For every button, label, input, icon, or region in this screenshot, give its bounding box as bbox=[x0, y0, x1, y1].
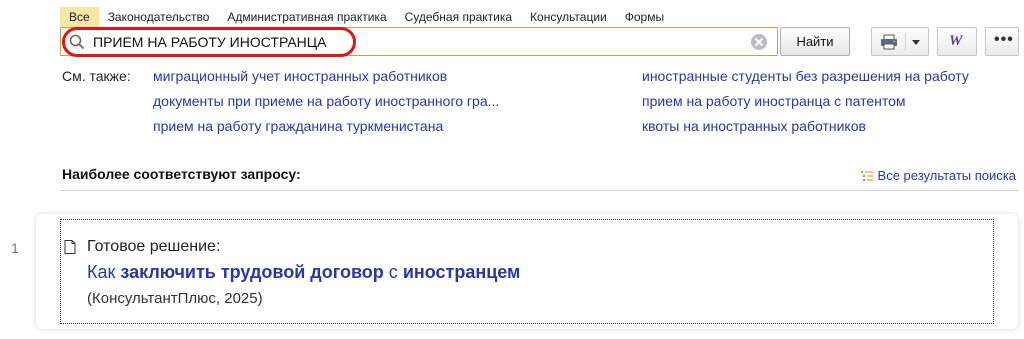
result-title-keyword[interactable]: заключить трудовой договор bbox=[120, 262, 383, 282]
search-scope-tabs: Все Законодательство Административная пр… bbox=[60, 7, 673, 27]
word-icon: W bbox=[949, 33, 963, 49]
tab-legislation[interactable]: Законодательство bbox=[99, 7, 219, 27]
tab-consultations[interactable]: Консультации bbox=[521, 7, 616, 27]
more-button[interactable]: ••• bbox=[985, 27, 1019, 56]
chevron-down-icon[interactable] bbox=[912, 40, 920, 45]
tab-all[interactable]: Все bbox=[60, 7, 99, 27]
print-icon bbox=[881, 34, 897, 50]
result-source: (КонсультантПлюс, 2025) bbox=[87, 290, 263, 307]
export-word-button[interactable]: W bbox=[937, 27, 977, 56]
clear-icon[interactable] bbox=[751, 34, 767, 50]
see-also-link[interactable]: прием на работу гражданина туркменистана bbox=[153, 118, 443, 134]
see-also-link[interactable]: иностранные студенты без разрешения на р… bbox=[642, 68, 969, 84]
see-also-link[interactable]: миграционный учет иностранных работников bbox=[153, 68, 447, 84]
see-also-link[interactable]: квоты на иностранных работников bbox=[642, 118, 866, 134]
result-number: 1 bbox=[11, 240, 19, 256]
list-icon bbox=[860, 170, 873, 181]
tab-forms[interactable]: Формы bbox=[616, 7, 673, 27]
tab-administrative-practice[interactable]: Административная практика bbox=[218, 7, 395, 27]
section-divider bbox=[60, 190, 1019, 191]
all-results-label[interactable]: Все результаты поиска bbox=[878, 168, 1016, 183]
result-title-part[interactable]: Как bbox=[87, 262, 120, 282]
result-type: Готовое решение: bbox=[87, 238, 221, 255]
see-also-label: См. также: bbox=[62, 68, 131, 84]
results-section-title: Наиболее соответствуют запросу: bbox=[62, 166, 301, 182]
more-icon: ••• bbox=[994, 31, 1014, 48]
result-title-part[interactable]: с bbox=[384, 262, 403, 282]
search-icon bbox=[69, 34, 85, 50]
see-also-link[interactable]: прием на работу иностранца с патентом bbox=[642, 93, 906, 109]
document-icon bbox=[64, 240, 76, 254]
all-results-link[interactable]: Все результаты поиска bbox=[860, 168, 1016, 183]
find-button[interactable]: Найти bbox=[780, 27, 850, 56]
result-title-keyword[interactable]: иностранцем bbox=[403, 262, 521, 282]
print-button[interactable] bbox=[871, 27, 929, 56]
button-divider bbox=[905, 33, 906, 51]
tab-judicial-practice[interactable]: Судебная практика bbox=[396, 7, 521, 27]
search-input[interactable]: ПРИЕМ НА РАБОТУ ИНОСТРАНЦА bbox=[60, 27, 778, 56]
search-query-text[interactable]: ПРИЕМ НА РАБОТУ ИНОСТРАНЦА bbox=[93, 34, 327, 50]
result-title-link[interactable]: Как заключить трудовой договор с иностра… bbox=[87, 262, 520, 283]
see-also-link[interactable]: документы при приеме на работу иностранн… bbox=[153, 93, 499, 109]
